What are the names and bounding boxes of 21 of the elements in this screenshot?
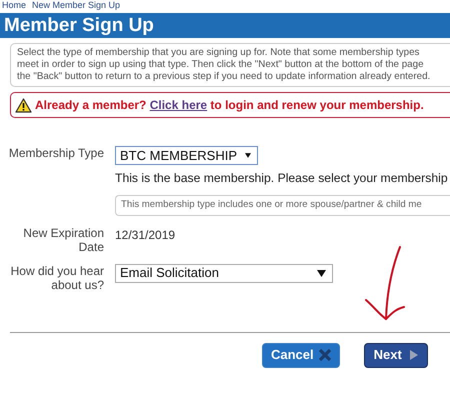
description-text: This is the base membership. Please select your membership xyxy=(115,170,449,187)
page-title: Member Sign Up xyxy=(0,13,450,38)
instructions-text: Select the type of membership that you are signing up for. Note that some membership types meet in order to sign up using that type. Then click the "Next" button at the bottom of the page the "Back" button to return to a previous step if you need to update information already entered. xyxy=(10,43,450,87)
caret-icon xyxy=(245,152,251,159)
select-field[interactable]: Email Solicitation xyxy=(115,264,333,283)
warning-icon xyxy=(15,98,32,112)
field-label: Membership Type xyxy=(8,146,104,160)
caret-icon xyxy=(317,270,326,277)
breadcrumb-link[interactable]: Home xyxy=(2,0,26,11)
close-icon xyxy=(318,349,331,362)
cancel-button[interactable]: Cancel xyxy=(262,342,340,368)
select-field[interactable]: BTC MEMBERSHIP xyxy=(115,146,258,165)
field-label: New Expiration Date xyxy=(22,226,104,254)
play-icon xyxy=(410,350,418,360)
field-value: 12/31/2019 xyxy=(115,226,176,244)
next-button[interactable]: Next xyxy=(364,342,428,368)
breadcrumb-item: New Member Sign Up xyxy=(32,0,120,11)
login-link[interactable]: Click here xyxy=(150,98,208,112)
info-note: This membership type includes one or more spouse/partner & child me xyxy=(115,195,450,216)
alert-text: Already a member? Click here to login and renew your membership. xyxy=(35,97,424,114)
field-label: How did you hear about us? xyxy=(10,264,104,292)
